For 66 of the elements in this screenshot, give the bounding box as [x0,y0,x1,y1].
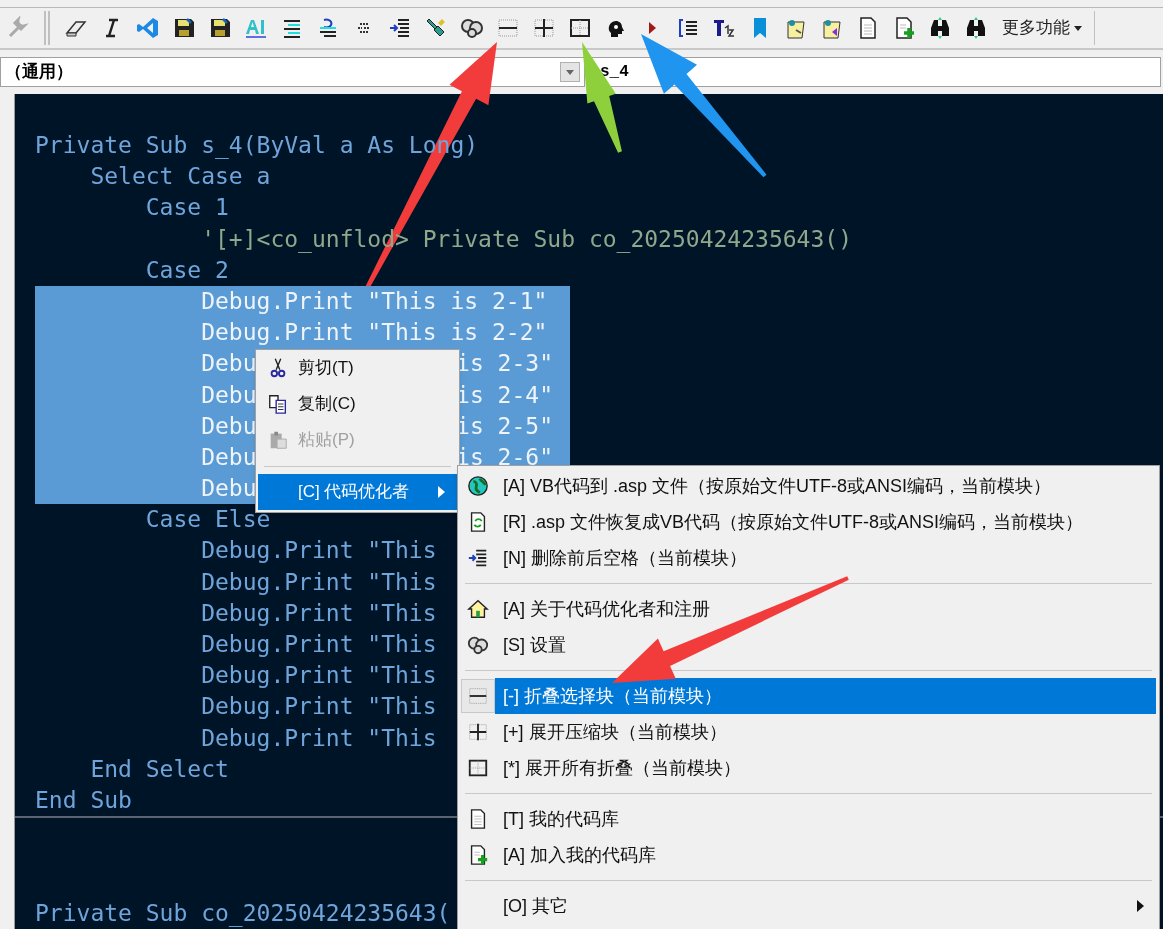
menu-item[interactable]: [*] 展开所有折叠（当前模块） [495,750,1156,786]
code-text: Debug.Print "This is 2-1" [200,286,548,316]
menu-item[interactable]: [T] 我的代码库 [495,801,1156,837]
wrench-icon [6,16,30,40]
gears-icon [467,634,489,656]
binoculars-icon [928,16,952,40]
menu-item[interactable]: [S] 设置 [495,627,1156,663]
menu-item[interactable]: [N] 删除前后空格（当前模块） [495,540,1156,576]
code-text: Debug.Print "This [200,692,437,722]
code-text: Debu [200,442,257,472]
code-text: Debu [200,380,257,410]
fold-grid-icon [496,16,520,40]
code-text: Debu [200,474,257,504]
more-button[interactable]: 更多功能 [998,11,1086,45]
save-icon [172,16,196,40]
code-text: Debug.Print "This is 2-2" [200,318,548,348]
code-text: Debug.Print "This [200,630,437,659]
code-text: Debu [200,349,257,379]
binoculars-icon [964,16,988,40]
code-text: Debug.Print "This [200,661,437,691]
globe-icon [467,475,489,497]
cross-grid-icon [532,16,556,40]
grid-icon [467,757,489,779]
code-text: Debug.Print "This [200,567,437,597]
object-combo[interactable]: （通用） [0,57,585,87]
fold-grid-icon [467,685,489,707]
code-text: is 2-5" [456,411,553,441]
code-text: is 2-3" [456,349,553,379]
menu-item[interactable]: [O] 其它 [495,888,1156,924]
code-text: Debug.Print "This [200,723,437,753]
menu-item[interactable]: [A] 加入我的代码库 [495,837,1156,873]
submenu-arrow-icon [438,486,445,498]
home-icon [467,598,489,620]
bracket-list-icon [676,16,700,40]
code-text: End Select [89,754,229,784]
caret-icon [566,69,574,75]
code-text: Debug.Print "This [200,536,437,566]
code-text: is 2-4" [456,380,553,410]
procedure-combo[interactable]: s_4 [591,57,1161,87]
caret-icon [1074,25,1082,31]
indent-icon [388,16,412,40]
code-text: Debug.Print "This [200,598,437,628]
play-icon [647,21,657,35]
menu-item[interactable]: [-] 折叠选择块（当前模块） [495,678,1156,714]
menu-item[interactable]: [+] 展开压缩块（当前模块） [495,714,1156,750]
code-text: Case 2 [144,255,229,285]
menu-item[interactable]: [C] 代码优化者 [258,474,457,510]
menu-item[interactable]: 复制(C) [258,386,457,422]
gears-icon [460,16,484,40]
submenu-arrow-icon [1137,900,1144,912]
code-text: Case 1 [144,193,229,223]
code-text: Select Case a [89,162,271,192]
save-icon [208,16,232,40]
ribbon-logo-icon [136,16,160,40]
cross-grid-icon [467,721,489,743]
code-text: Debu [200,411,257,441]
menu-item[interactable]: 剪切(T) [258,350,457,386]
menu-item[interactable]: [A] 关于代码优化者和注册 [495,591,1156,627]
indent-icon [467,547,489,569]
grid-icon [568,16,592,40]
code-text: End Sub [35,785,132,815]
toolbar-grip[interactable] [44,11,50,45]
dropdown-button[interactable] [560,62,580,82]
code-text: Private Sub co_20250424235643( [35,899,451,929]
menu-item[interactable]: [R] .asp 文件恢复成VB代码（按原始文件UTF-8或ANSI编码，当前模块） [495,504,1156,540]
copy-icon [267,393,289,415]
